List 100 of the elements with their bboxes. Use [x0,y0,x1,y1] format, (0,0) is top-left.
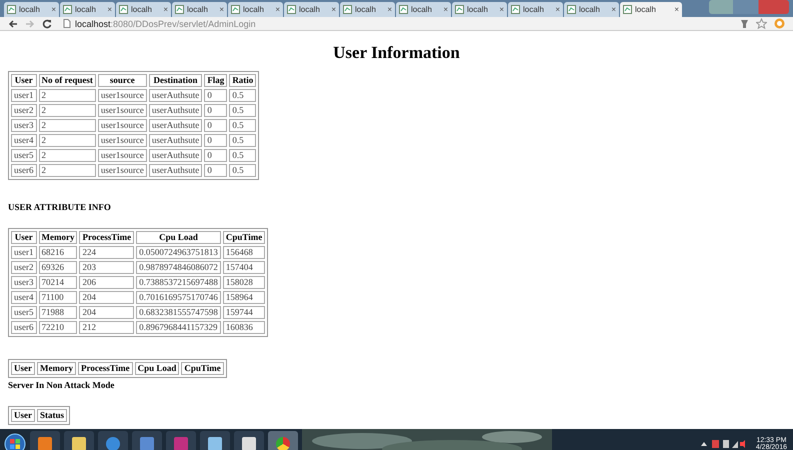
taskbar-app-icon[interactable] [30,431,60,450]
back-icon[interactable] [8,18,18,28]
table-cell: userAuthsute [148,134,202,147]
table-cell: userAuthsute [148,89,202,102]
browser-tab[interactable]: localh × [508,2,563,17]
column-header: Flag [204,74,228,87]
table-cell: 158964 [222,291,266,304]
browser-tab[interactable]: localh × [396,2,451,17]
table-cell: 0.5 [229,164,256,177]
column-header: No of request [38,74,96,87]
column-header: source [98,74,147,87]
browser-tab[interactable]: localh × [60,2,115,17]
close-icon[interactable]: × [555,5,560,14]
table-cell: 0 [204,119,228,132]
table-cell: user1source [98,134,147,147]
star-icon[interactable] [756,18,767,29]
table-cell: 0.6832381555747598 [136,306,221,319]
column-header: Memory [37,362,76,375]
table-cell: user1 [11,246,36,259]
browser-tab[interactable]: localh × [284,2,339,17]
column-header: ProcessTime [78,362,133,375]
table-cell: user1source [98,149,147,162]
page-icon [623,5,632,14]
close-icon[interactable]: × [443,5,448,14]
table-cell: 0.5 [229,134,256,147]
taskbar-app-icon[interactable] [268,431,298,450]
taskbar-app-icon[interactable] [64,431,94,450]
table-cell: user5 [11,149,36,162]
close-icon[interactable]: × [219,5,224,14]
close-icon[interactable]: × [387,5,392,14]
browser-tab[interactable]: localh × [172,2,227,17]
start-button[interactable] [4,433,26,450]
browser-tab[interactable]: localh × [620,2,682,17]
column-header: User [11,74,36,87]
close-icon[interactable]: × [331,5,336,14]
table-cell: user4 [11,291,36,304]
browser-tab[interactable]: localh × [4,2,59,17]
table-cell: 2 [38,119,96,132]
table-cell: user4 [11,134,36,147]
close-icon[interactable]: × [611,5,616,14]
table-cell: 0.5 [229,104,256,117]
table-cell: user1source [98,104,147,117]
table-cell: 69326 [38,261,78,274]
table-cell: userAuthsute [148,119,202,132]
page-icon [567,5,576,14]
reload-icon[interactable] [42,18,52,28]
column-header: CpuTime [222,231,266,244]
table-cell: 224 [79,246,134,259]
column-header: CpuTime [181,362,224,375]
page-icon [231,5,240,14]
close-icon[interactable]: × [674,5,679,14]
table-cell: 2 [38,149,96,162]
close-icon[interactable]: × [499,5,504,14]
taskbar-app-icon[interactable] [200,431,230,450]
table-cell: 72210 [38,321,78,334]
page-icon [63,19,71,28]
table-cell: user1source [98,119,147,132]
browser-tab[interactable]: localh × [340,2,395,17]
close-icon[interactable]: × [51,5,56,14]
browser-tab[interactable]: localh × [228,2,283,17]
browser-tab[interactable]: localh × [452,2,507,17]
page-icon [455,5,464,14]
column-header: Cpu Load [134,362,180,375]
table-cell: user6 [11,164,36,177]
table-cell: 0.5 [229,89,256,102]
table-cell: 160836 [222,321,266,334]
table-cell: 204 [79,306,134,319]
page-icon [175,5,184,14]
table-cell: 212 [79,321,134,334]
close-icon[interactable]: × [275,5,280,14]
table-cell: 70214 [38,276,78,289]
page-icon [63,5,72,14]
table-cell: user2 [11,104,36,117]
table-cell: 0.5 [229,119,256,132]
table-cell: 0 [204,134,228,147]
table-cell: 157404 [222,261,266,274]
table-cell: user2 [11,261,36,274]
table-cell: 203 [79,261,134,274]
column-header: User [11,231,36,244]
column-header: Status [37,409,68,422]
table-cell: user6 [11,321,36,334]
tray-icons[interactable] [700,439,746,449]
taskbar-app-icon[interactable] [234,431,264,450]
table-cell: 204 [79,291,134,304]
table-cell: user5 [11,306,36,319]
browser-tab[interactable]: localh × [564,2,619,17]
close-icon[interactable]: × [163,5,168,14]
table-cell: userAuthsute [148,104,202,117]
table-cell: 206 [79,276,134,289]
table-cell: user1 [11,89,36,102]
column-header: Ratio [229,74,256,87]
table-cell: userAuthsute [148,149,202,162]
page-icon [287,5,296,14]
table-cell: 71100 [38,291,78,304]
table-cell: user1source [98,89,147,102]
column-header: Cpu Load [136,231,221,244]
section-heading: USER ATTRIBUTE INFO [8,202,112,212]
browser-tab[interactable]: localh × [116,2,171,17]
close-icon[interactable]: × [107,5,112,14]
page-icon [119,5,128,14]
